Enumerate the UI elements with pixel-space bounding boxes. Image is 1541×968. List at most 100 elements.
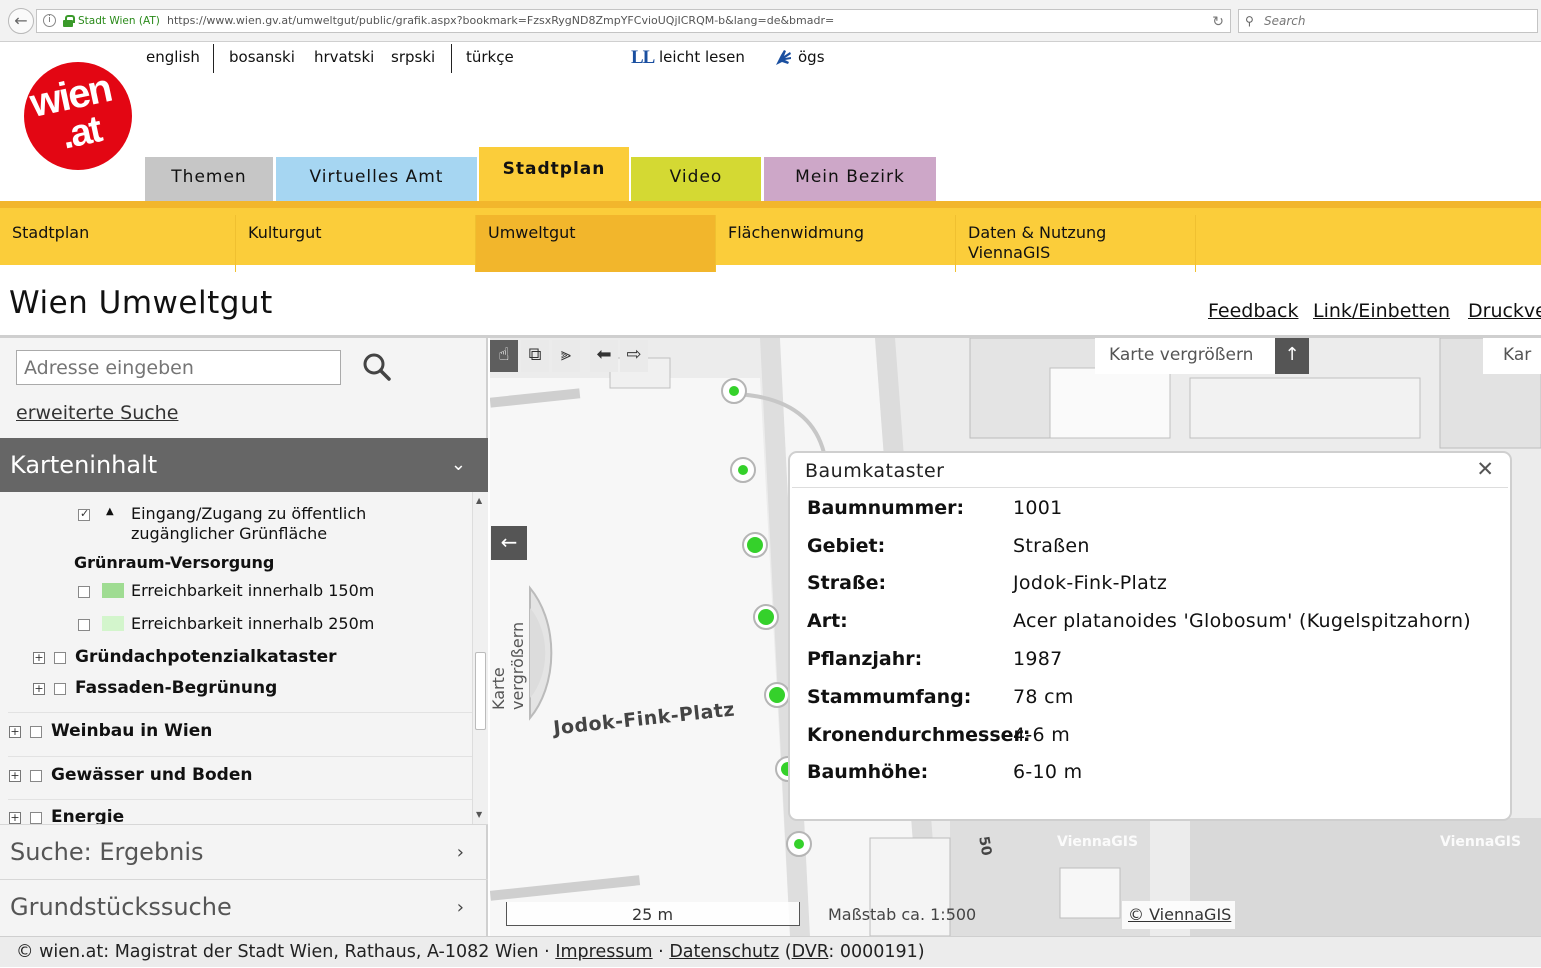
separator-dot: · [658, 942, 670, 962]
layer-checkbox[interactable] [78, 619, 90, 631]
print-link[interactable]: Druckve [1468, 300, 1541, 322]
legend-swatch [102, 616, 124, 631]
layer-label: zugänglicher Grünfläche [131, 524, 328, 543]
side-enlarge-map-label[interactable]: Karte vergrößern [490, 580, 527, 710]
link-embed-link[interactable]: Link/Einbetten [1313, 300, 1450, 322]
expand-icon[interactable]: + [9, 770, 21, 782]
layer-group-heading: Grünraum-Versorgung [74, 553, 275, 572]
layer-checkbox[interactable] [30, 726, 42, 738]
forward-arrow-icon[interactable]: ⇨ [620, 340, 648, 372]
scroll-thumb[interactable] [475, 652, 486, 730]
footer-copyright: © wien.at: Magistrat der Stadt Wien, Rat… [16, 942, 539, 962]
accordion-parcel-search[interactable]: Grundstückssuche › [0, 879, 488, 934]
karteninhalt-header[interactable]: Karteninhalt ⌄ [0, 438, 488, 492]
reload-icon[interactable]: ↻ [1212, 11, 1224, 32]
layer-checkbox[interactable] [78, 507, 90, 521]
layer-checkbox[interactable] [78, 586, 90, 598]
expand-icon[interactable]: + [33, 652, 45, 664]
layer-label: Gründachpotenzialkataster [75, 647, 337, 667]
search-icon[interactable] [362, 352, 392, 382]
address-bar[interactable]: i Stadt Wien (AT) https://www.wien.gv.at… [36, 9, 1231, 33]
accordion-label: Suche: Ergebnis [10, 838, 204, 866]
chevron-down-icon[interactable]: ⌄ [451, 438, 466, 492]
advanced-search-link[interactable]: erweiterte Suche [16, 402, 178, 424]
address-input[interactable] [16, 350, 341, 385]
subtab-stadtplan[interactable]: Stadtplan [0, 215, 236, 272]
enlarge-map-label: Karte vergrößern [1109, 345, 1254, 365]
tab-video[interactable]: Video [631, 157, 761, 201]
map-credit-link[interactable]: © ViennaGIS [1122, 901, 1235, 929]
attr-label-gebiet: Gebiet: [807, 535, 886, 557]
map-canvas[interactable]: ☝ ⧉ ⫸ ⬅ ⇨ Karte vergrößern ↑ Kar ← Karte… [490, 338, 1541, 936]
attr-value-baumhoehe: 6-10 m [1013, 761, 1083, 783]
layer-checkbox[interactable] [30, 770, 42, 782]
tab-stadtplan[interactable]: Stadtplan [479, 147, 629, 203]
site-identity: Stadt Wien (AT) [78, 15, 160, 27]
accordion-search-results[interactable]: Suche: Ergebnis › [0, 824, 488, 879]
hand-tool-icon[interactable]: ☝ [490, 340, 518, 372]
subtab-umweltgut[interactable]: Umweltgut [476, 215, 716, 272]
close-icon[interactable]: ✕ [1476, 457, 1494, 481]
accordion-label: Grundstückssuche [10, 893, 232, 921]
dvr-link[interactable]: DVR [792, 942, 829, 962]
lang-turkce[interactable]: türkçe [466, 48, 514, 66]
lang-bosanski[interactable]: bosanski [229, 48, 295, 66]
layer-label: Gewässer und Boden [51, 765, 253, 785]
expand-icon[interactable]: + [9, 812, 21, 824]
layer-checkbox[interactable] [54, 683, 66, 695]
attr-label-baumnummer: Baumnummer: [807, 497, 965, 519]
layer-checkbox[interactable] [30, 812, 42, 824]
enlarge-map-button[interactable]: Karte vergrößern ↑ [1095, 338, 1309, 374]
sign-language-icon[interactable] [772, 47, 794, 69]
legend-swatch [102, 583, 124, 598]
subtab-flaechenwidmung[interactable]: Flächenwidmung [716, 215, 956, 272]
attr-label-art: Art: [807, 610, 848, 632]
scroll-up-icon[interactable]: ▲ [476, 496, 482, 505]
url-text[interactable]: https://www.wien.gv.at/umweltgut/public/… [167, 10, 834, 32]
impressum-link[interactable]: Impressum [555, 942, 652, 962]
zoom-box-icon[interactable]: ⧉ [521, 340, 549, 372]
measure-icon[interactable]: ⫸ [552, 340, 580, 372]
layer-label: Weinbau in Wien [51, 721, 213, 741]
easy-read-icon[interactable]: LL [631, 47, 655, 69]
lang-english[interactable]: english [146, 48, 200, 66]
easy-read-link[interactable]: leicht lesen [659, 48, 745, 66]
tab-mein-bezirk[interactable]: Mein Bezirk [764, 157, 936, 201]
back-arrow-icon[interactable]: ⬅ [590, 340, 618, 372]
karteninhalt-title: Karteninhalt [10, 451, 158, 479]
back-arrow-icon[interactable]: ← [8, 8, 34, 34]
scroll-down-icon[interactable]: ▼ [476, 810, 482, 819]
lang-srpski[interactable]: srpski [391, 48, 435, 66]
layer-list-scrollbar[interactable]: ▲ ▼ [472, 492, 488, 824]
feedback-link[interactable]: Feedback [1208, 300, 1298, 322]
sub-navigation: Stadtplan Kulturgut Umweltgut Flächenwid… [0, 201, 1541, 272]
divider [8, 756, 472, 757]
collapse-panel-arrow-icon[interactable]: ← [491, 526, 527, 560]
lang-hrvatski[interactable]: hrvatski [314, 48, 374, 66]
magnifier-icon: ⚲ [1245, 14, 1254, 28]
wien-at-logo[interactable]: wien .at [24, 62, 132, 170]
layer-checkbox[interactable] [54, 652, 66, 664]
tab-themen[interactable]: Themen [145, 157, 273, 201]
expand-icon[interactable]: + [33, 683, 45, 695]
datenschutz-link[interactable]: Datenschutz [669, 942, 779, 962]
info-icon[interactable]: i [43, 14, 56, 27]
layer-list: ▲ Eingang/Zugang zu öffentlich zugänglic… [0, 492, 472, 824]
layer-label: Eingang/Zugang zu öffentlich [131, 504, 367, 523]
chevron-right-icon: › [456, 842, 464, 863]
separator-dot: · [544, 942, 556, 962]
layer-label: Fassaden-Begrünung [75, 678, 278, 698]
tab-virtuelles-amt[interactable]: Virtuelles Amt [276, 157, 477, 201]
subtab-daten-nutzung[interactable]: Daten & Nutzung ViennaGIS [956, 215, 1196, 272]
expand-icon[interactable]: + [9, 726, 21, 738]
sign-language-link[interactable]: ögs [798, 48, 825, 66]
subtab-kulturgut[interactable]: Kulturgut [236, 215, 476, 272]
triangle-icon: ▲ [106, 506, 114, 517]
enlarge-map-button-secondary[interactable]: Kar [1483, 338, 1541, 374]
left-panel: erweiterte Suche Karteninhalt ⌄ ▲ Eingan… [0, 338, 488, 936]
scale-bar-area: 25 m Maßstab ca. 1:500 © ViennaGIS [490, 900, 1541, 930]
layer-label: Erreichbarkeit innerhalb 150m [131, 581, 375, 600]
divider [8, 712, 472, 713]
browser-search-field[interactable]: ⚲ Search [1238, 9, 1538, 33]
divider [8, 799, 472, 800]
